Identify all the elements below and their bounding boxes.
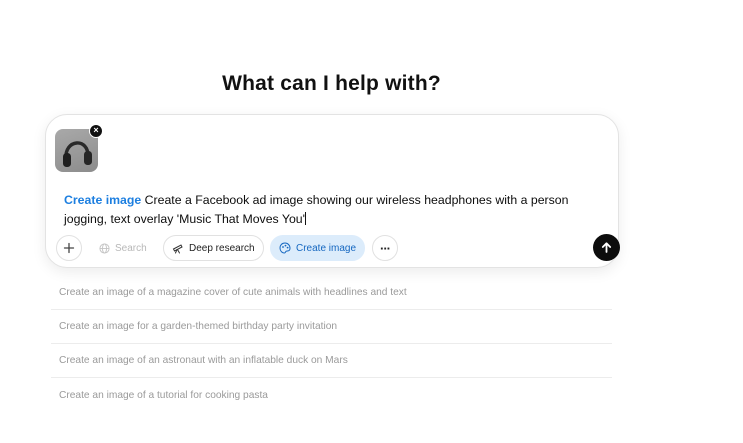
prompt-input[interactable]: Create image Create a Facebook ad image …: [64, 191, 584, 228]
plus-icon: [63, 242, 75, 254]
page-heading: What can I help with?: [222, 72, 441, 95]
composer-toolbar: Search Deep research Create image ···: [56, 234, 620, 261]
suggestion-item[interactable]: Create an image of a magazine cover of c…: [51, 276, 612, 310]
send-button[interactable]: [593, 234, 620, 261]
suggestion-item[interactable]: Create an image for a garden-themed birt…: [51, 310, 612, 344]
suggestions-list: Create an image of a magazine cover of c…: [51, 276, 612, 412]
arrow-up-icon: [601, 242, 612, 253]
suggestion-item[interactable]: Create an image of an astronaut with an …: [51, 344, 612, 378]
remove-attachment-button[interactable]: ×: [89, 124, 103, 138]
search-button[interactable]: Search: [90, 235, 155, 261]
palette-icon: [279, 242, 291, 254]
create-image-label: Create image: [296, 242, 357, 254]
search-label: Search: [115, 242, 147, 254]
create-image-button[interactable]: Create image: [270, 235, 366, 261]
globe-icon: [98, 242, 110, 254]
more-options-button[interactable]: ···: [372, 235, 398, 261]
text-caret: [304, 211, 306, 225]
prompt-composer: × Create image Create a Facebook ad imag…: [45, 114, 620, 268]
deep-research-button[interactable]: Deep research: [163, 235, 264, 261]
telescope-icon: [172, 244, 183, 254]
ellipsis-icon: ···: [380, 240, 391, 256]
deep-research-label: Deep research: [189, 242, 255, 254]
add-attachment-button[interactable]: [56, 235, 82, 261]
create-image-tag: Create image: [64, 193, 142, 207]
suggestion-item[interactable]: Create an image of a tutorial for cookin…: [51, 378, 612, 412]
close-icon: ×: [93, 125, 99, 135]
